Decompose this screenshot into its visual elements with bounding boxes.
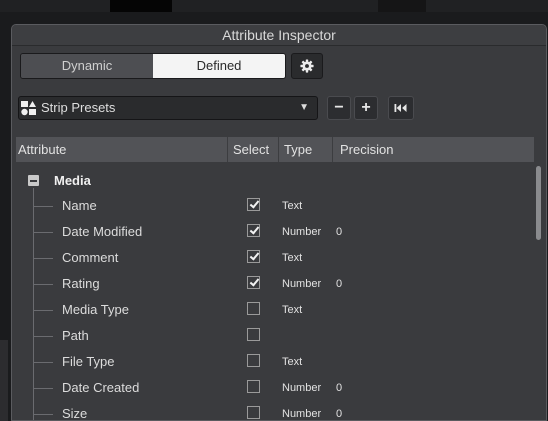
table-row[interactable]: Name Text [12,193,532,219]
mode-dynamic-button[interactable]: Dynamic [21,54,153,78]
table-row[interactable]: Media Type Text [12,297,532,323]
scrollbar-thumb[interactable] [536,166,541,240]
tree-branch [33,258,53,259]
column-type[interactable]: Type [284,137,312,162]
plus-icon: + [361,99,371,116]
attribute-name: Date Modified [62,224,143,239]
column-precision[interactable]: Precision [340,137,393,162]
tree-branch [33,206,53,207]
add-preset-button[interactable]: + [354,96,378,120]
attribute-name: Date Created [62,380,140,395]
table-row[interactable]: Size Number 0 [12,401,532,421]
strip-presets-value: Strip Presets [41,100,116,115]
column-divider[interactable] [332,137,333,162]
attribute-name: File Type [62,354,115,369]
attribute-type: Text [282,304,303,316]
reset-preset-button[interactable] [388,96,414,120]
select-checkbox[interactable] [247,250,260,263]
attribute-precision: 0 [336,382,343,394]
minus-icon: − [334,99,344,116]
host-strip-dark-region [378,0,426,12]
strip-presets-dropdown[interactable]: Strip Presets ▼ [18,96,318,120]
table-row[interactable]: Date Modified Number 0 [12,219,532,245]
column-divider[interactable] [227,137,228,162]
tree-branch [33,362,53,363]
attribute-name: Comment [62,250,119,265]
attribute-precision: 0 [336,408,343,420]
attribute-name: Rating [62,276,100,291]
table-row[interactable]: Path [12,323,532,349]
table-header: Attribute Select Type Precision [16,137,534,162]
skip-back-icon [394,104,407,112]
host-top-strip [0,0,548,12]
tree-branch [33,232,53,233]
tree-branch [33,310,53,311]
select-checkbox[interactable] [247,302,260,315]
table-row[interactable]: File Type Text [12,349,532,375]
remove-preset-button[interactable]: − [327,96,351,120]
attribute-type: Number [282,408,322,420]
table-row[interactable]: Comment Text [12,245,532,271]
attribute-name: Size [62,406,88,421]
attribute-name: Path [62,328,89,343]
select-checkbox[interactable] [247,354,260,367]
attribute-precision: 0 [336,226,343,238]
dropdown-arrow-icon: ▼ [299,102,309,113]
select-checkbox[interactable] [247,224,260,237]
tree-branch [33,284,53,285]
attribute-name: Name [62,198,97,213]
select-checkbox[interactable] [247,276,260,289]
host-left-edge [0,340,8,421]
mode-toggle: Dynamic Defined [20,53,286,79]
select-checkbox[interactable] [247,380,260,393]
tree-branch [33,336,53,337]
select-checkbox[interactable] [247,198,260,211]
select-checkbox[interactable] [247,406,260,419]
group-label: Media [54,173,91,188]
group-row-media[interactable]: Media [12,168,532,194]
attribute-precision: 0 [336,278,343,290]
table-row[interactable]: Rating Number 0 [12,271,532,297]
select-checkbox[interactable] [247,328,260,341]
gear-icon [300,59,314,73]
settings-button[interactable] [291,53,323,79]
mode-defined-button[interactable]: Defined [153,54,285,78]
attribute-type: Text [282,252,303,264]
attribute-name: Media Type [62,302,129,317]
strip-presets-icon [21,101,36,116]
tree-branch [33,388,53,389]
column-divider[interactable] [278,137,279,162]
attribute-type: Number [282,382,322,394]
attribute-inspector-window: Attribute Inspector Dynamic Defined Stri… [11,24,547,421]
attribute-type: Number [282,278,322,290]
collapse-icon[interactable] [28,175,39,186]
attribute-type: Text [282,200,303,212]
window-title: Attribute Inspector [12,25,546,46]
attribute-type: Text [282,356,303,368]
table-row[interactable]: Date Created Number 0 [12,375,532,401]
column-attribute[interactable]: Attribute [18,137,66,162]
tree-branch [33,414,53,415]
attribute-type: Number [282,226,322,238]
host-strip-dark-region [110,0,172,12]
column-select[interactable]: Select [233,137,269,162]
